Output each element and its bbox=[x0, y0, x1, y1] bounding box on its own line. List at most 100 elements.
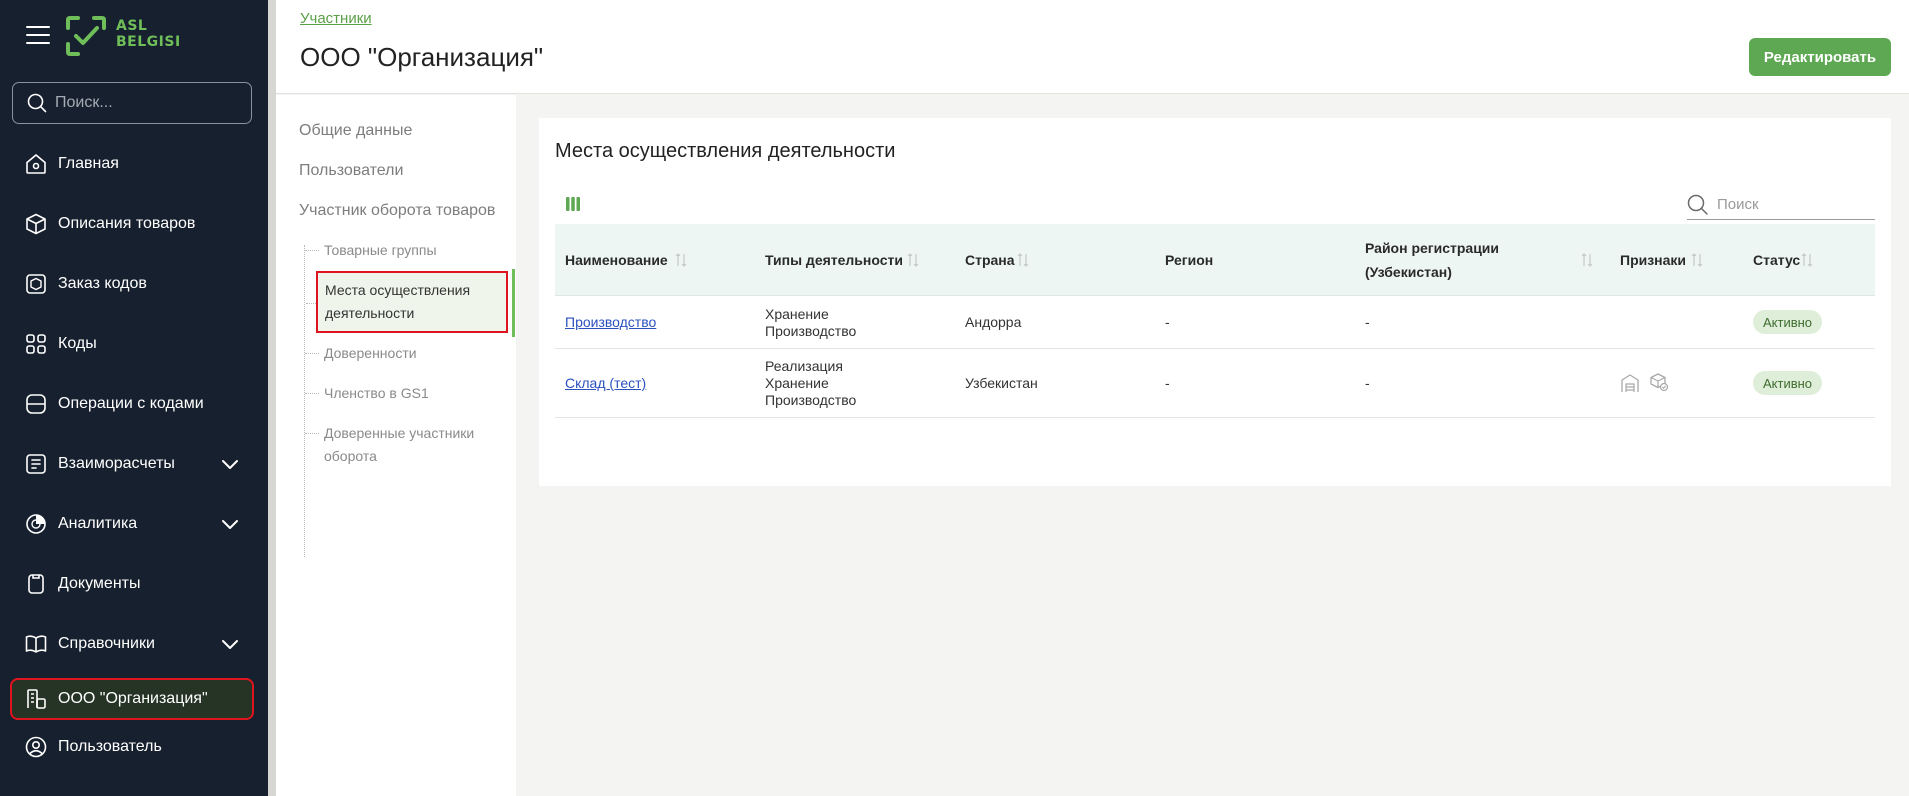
sort-icon[interactable] bbox=[675, 253, 687, 267]
order-box-icon bbox=[24, 272, 48, 296]
tab-gs1-membership[interactable]: Членство в GS1 bbox=[305, 382, 429, 405]
sidebar-item-organization[interactable]: ООО "Организация" bbox=[10, 678, 254, 720]
place-name-link[interactable]: Склад (тест) bbox=[565, 375, 646, 391]
tab-users[interactable]: Пользователи bbox=[299, 162, 403, 180]
activity-type: Реализация bbox=[765, 358, 843, 374]
logo[interactable]: ASL BELGISI bbox=[64, 14, 182, 60]
column-signs-label: Признаки bbox=[1620, 252, 1687, 268]
country-value: Узбекистан bbox=[965, 375, 1038, 391]
sidebar-search[interactable] bbox=[12, 82, 252, 124]
activity-type: Хранение bbox=[765, 306, 829, 322]
column-name-label: Наименование bbox=[565, 252, 668, 268]
column-types-label: Типы деятельности bbox=[765, 252, 903, 268]
column-header-country[interactable]: Страна bbox=[965, 224, 1015, 296]
user-icon bbox=[24, 735, 48, 759]
column-header-signs[interactable]: Признаки bbox=[1620, 224, 1686, 296]
box-icon bbox=[24, 212, 48, 236]
column-header-types[interactable]: Типы деятельности bbox=[765, 224, 903, 296]
table-row[interactable]: Производство Хранение Производство Андор… bbox=[555, 297, 1875, 349]
sidebar-item-codes[interactable]: Коды bbox=[12, 320, 252, 368]
settlements-icon bbox=[24, 452, 48, 476]
sidebar-item-code-operations[interactable]: Операции с кодами bbox=[12, 380, 252, 428]
sidebar-item-user[interactable]: Пользователь bbox=[12, 728, 252, 766]
tab-powers-of-attorney[interactable]: Доверенности bbox=[305, 342, 417, 365]
column-header-region: Регион bbox=[1165, 224, 1213, 296]
activity-type: Хранение bbox=[765, 375, 829, 391]
sort-icon[interactable] bbox=[1801, 253, 1813, 267]
section-menu: Общие данные Пользователи Участник оборо… bbox=[276, 95, 516, 796]
sidebar-nav: Главная Описания товаров Заказ кодов Код… bbox=[10, 140, 254, 778]
edit-button[interactable]: Редактировать bbox=[1749, 38, 1891, 76]
sidebar-item-documents[interactable]: Документы bbox=[12, 560, 252, 608]
sidebar-item-label: Взаиморасчеты bbox=[58, 455, 175, 472]
status-badge: Активно bbox=[1753, 371, 1823, 395]
sidebar-item-references[interactable]: Справочники bbox=[12, 620, 252, 668]
sidebar-item-label: Аналитика bbox=[58, 515, 138, 532]
menu-toggle-icon[interactable] bbox=[26, 26, 50, 44]
table-search[interactable] bbox=[1687, 190, 1875, 220]
table-header: Наименование Типы деятельности Страна Ре… bbox=[555, 224, 1875, 296]
region-value: - bbox=[1165, 375, 1170, 391]
activity-types: Хранение Производство bbox=[765, 306, 856, 340]
analytics-icon bbox=[24, 512, 48, 536]
column-status-label: Статус bbox=[1753, 252, 1801, 268]
sidebar-item-label: Пользователь bbox=[58, 738, 162, 755]
sort-icon[interactable] bbox=[1691, 253, 1703, 267]
sort-icon[interactable] bbox=[1581, 253, 1593, 267]
card-title: Места осуществления деятельности bbox=[555, 140, 896, 162]
sidebar-item-label: Справочники bbox=[58, 635, 155, 652]
column-header-district[interactable]: Район регистрации (Узбекистан) bbox=[1365, 224, 1499, 296]
sidebar-item-label: Описания товаров bbox=[58, 215, 196, 232]
table-row[interactable]: Склад (тест) Реализация Хранение Произво… bbox=[555, 350, 1875, 418]
sidebar-item-code-order[interactable]: Заказ кодов bbox=[12, 260, 252, 308]
sidebar-search-input[interactable] bbox=[55, 94, 235, 112]
tab-trade-participant[interactable]: Участник оборота товаров bbox=[299, 202, 495, 220]
logo-mark-icon bbox=[66, 16, 106, 56]
column-district-label: Район регистрации bbox=[1365, 240, 1500, 256]
column-header-name[interactable]: Наименование bbox=[565, 224, 668, 296]
book-icon bbox=[24, 632, 48, 656]
search-icon bbox=[1687, 194, 1708, 215]
sidebar-item-analytics[interactable]: Аналитика bbox=[12, 500, 252, 548]
sidebar-item-label: Главная bbox=[58, 155, 119, 172]
sidebar-item-home[interactable]: Главная bbox=[12, 140, 252, 188]
tab-general-data[interactable]: Общие данные bbox=[299, 122, 412, 140]
documents-icon bbox=[24, 572, 48, 596]
sidebar-item-product-descriptions[interactable]: Описания товаров bbox=[12, 200, 252, 248]
district-value: - bbox=[1365, 314, 1370, 330]
sidebar-item-settlements[interactable]: Взаиморасчеты bbox=[12, 440, 252, 488]
sidebar-item-label: Коды bbox=[58, 335, 97, 352]
tab-trusted-participants[interactable]: Доверенные участники оборота bbox=[305, 422, 484, 468]
country-value: Андорра bbox=[965, 314, 1022, 330]
page-title: ООО "Организация" bbox=[300, 42, 544, 72]
chevron-down-icon[interactable] bbox=[220, 634, 240, 654]
chevron-down-icon[interactable] bbox=[220, 454, 240, 474]
table-search-input[interactable] bbox=[1717, 196, 1867, 213]
place-name-link[interactable]: Производство bbox=[565, 314, 656, 330]
chevron-down-icon[interactable] bbox=[220, 514, 240, 534]
sidebar-item-label: Документы bbox=[58, 575, 141, 592]
sidebar-item-label: Операции с кодами bbox=[58, 395, 204, 412]
tab-activity-places[interactable]: Места осуществления деятельности bbox=[306, 271, 508, 333]
organization-icon bbox=[24, 687, 48, 711]
columns-settings-icon[interactable] bbox=[565, 196, 581, 212]
home-icon bbox=[24, 152, 48, 176]
activity-type: Производство bbox=[765, 323, 857, 339]
tab-product-groups[interactable]: Товарные группы bbox=[305, 239, 437, 262]
column-district-sublabel: (Узбекистан) bbox=[1365, 264, 1452, 280]
sidebar-item-label: Заказ кодов bbox=[58, 275, 147, 292]
district-value: - bbox=[1365, 375, 1370, 391]
column-header-status[interactable]: Статус bbox=[1753, 224, 1800, 296]
tree-line bbox=[304, 245, 305, 557]
sort-icon[interactable] bbox=[907, 253, 919, 267]
sort-icon[interactable] bbox=[1017, 253, 1029, 267]
logo-text-line1: ASL bbox=[116, 18, 148, 34]
logo-text-line2: BELGISI bbox=[116, 34, 181, 50]
logo-text: ASL BELGISI bbox=[116, 18, 181, 50]
activity-types: Реализация Хранение Производство bbox=[765, 358, 856, 409]
activity-type: Производство bbox=[765, 392, 857, 408]
search-icon bbox=[27, 93, 47, 113]
region-value: - bbox=[1165, 314, 1170, 330]
breadcrumb[interactable]: Участники bbox=[300, 10, 372, 27]
sidebar: ASL BELGISI Главная Описания товаров bbox=[0, 0, 268, 796]
